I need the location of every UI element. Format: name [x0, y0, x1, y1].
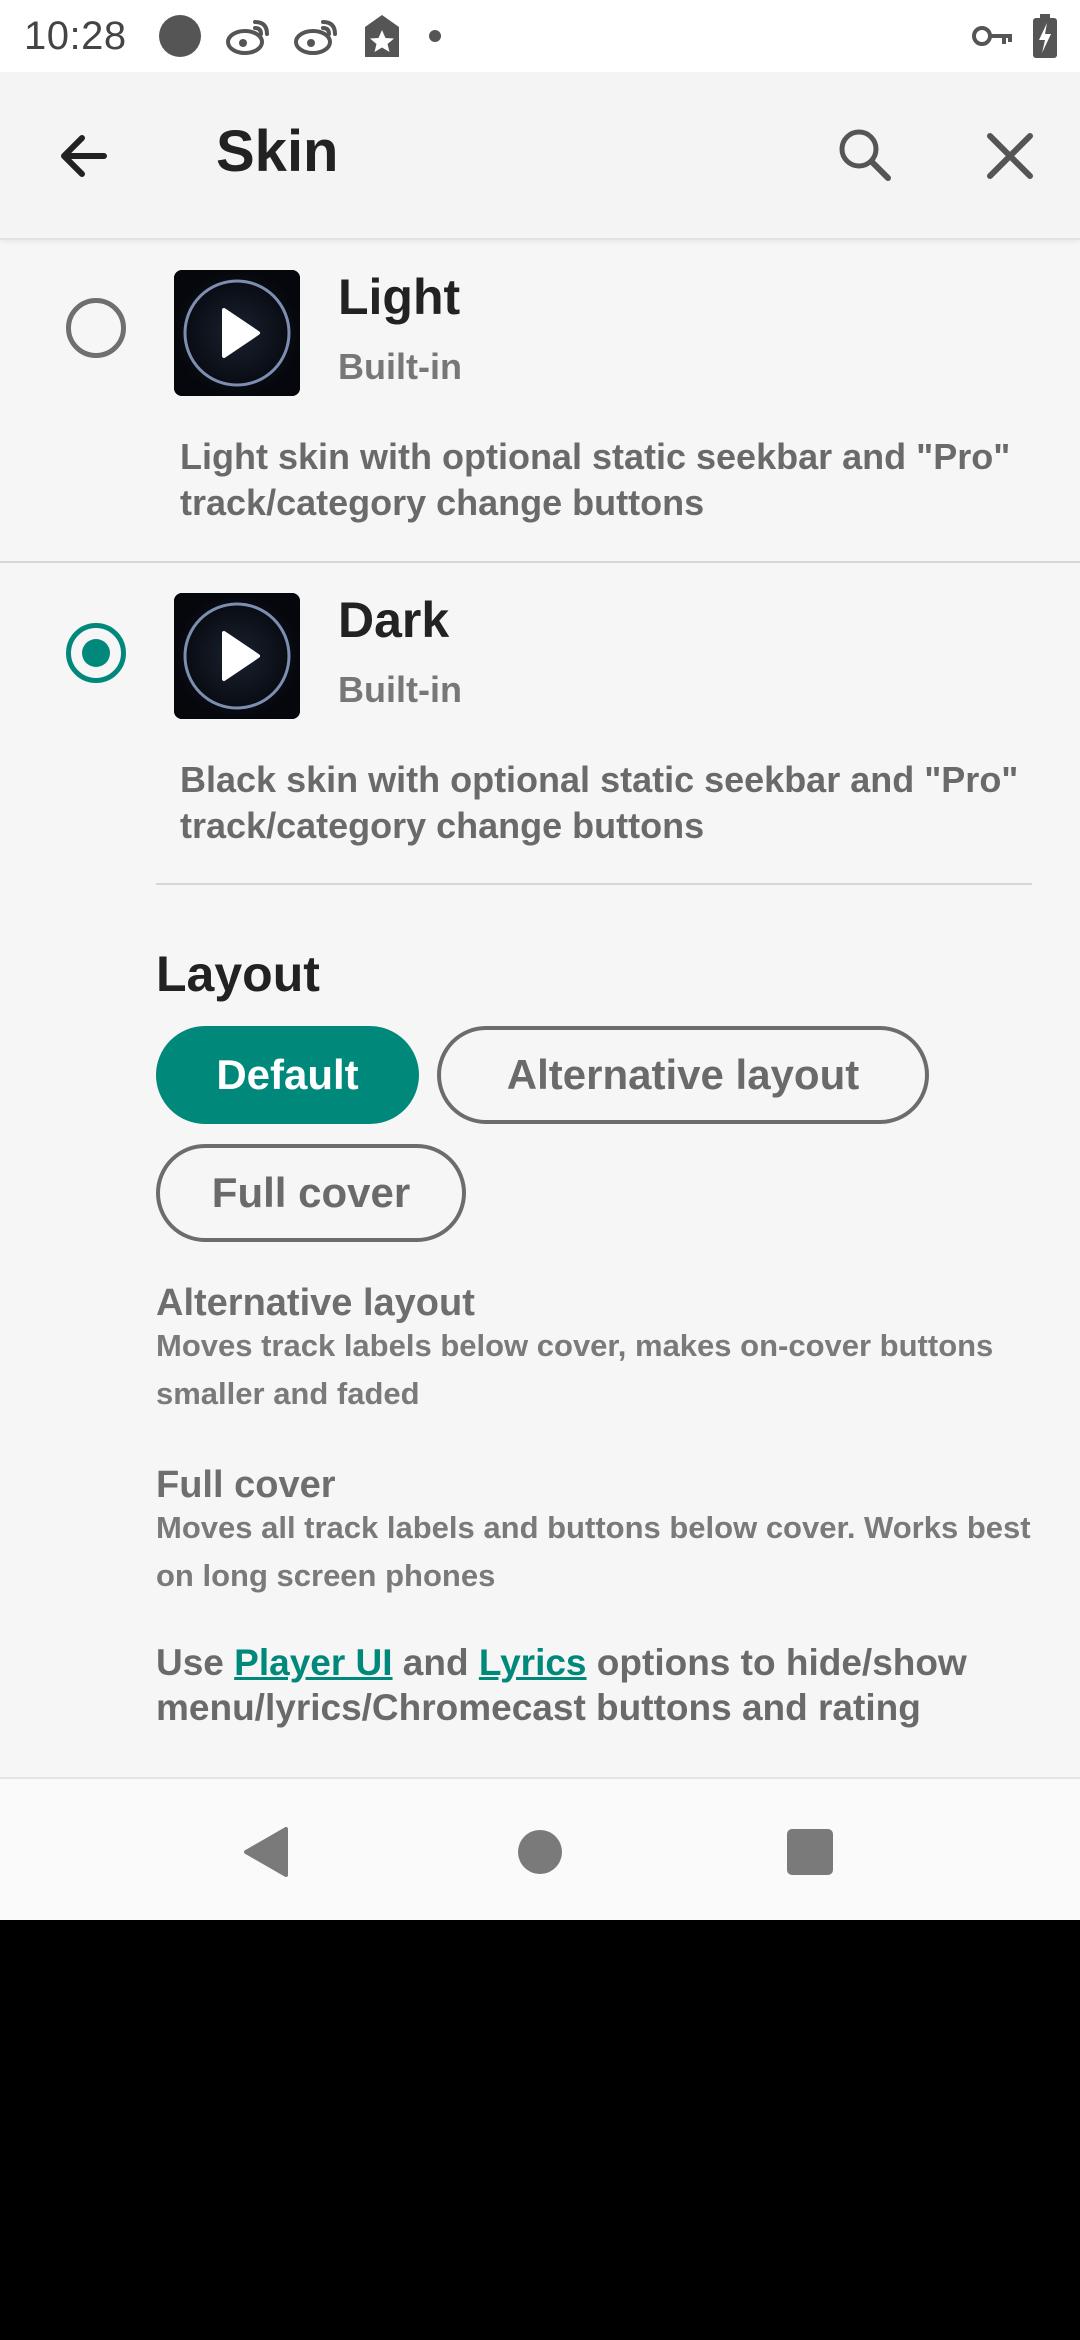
- chip-default[interactable]: Default: [156, 1026, 419, 1124]
- option-title-full-cover: Full cover: [156, 1464, 336, 1506]
- status-bar: 10:28: [0, 0, 1080, 72]
- nav-home-icon[interactable]: [505, 1817, 575, 1887]
- app-bar: Skin: [0, 72, 1080, 240]
- skin-thumbnail-dark: [174, 593, 300, 719]
- player-ui-link[interactable]: Player UI: [234, 1642, 392, 1683]
- skin-subtitle: Built-in: [338, 669, 462, 710]
- option-desc-alternative-layout: Moves track labels below cover, makes on…: [156, 1328, 994, 1411]
- nav-bar: [0, 1777, 1080, 1920]
- close-icon[interactable]: [980, 126, 1040, 186]
- circle-icon: [158, 15, 201, 57]
- play-icon: [174, 270, 300, 396]
- skin-option-light[interactable]: Light Built-in Light skin with optional …: [0, 240, 1080, 562]
- arrow-left-icon[interactable]: [54, 126, 114, 186]
- skin-radio-dark[interactable]: [66, 623, 126, 683]
- weibo-icon: [225, 20, 269, 55]
- footer-prefix: Use: [156, 1642, 235, 1683]
- screen: 10:28 Skin Light Built-in Light skin wit…: [0, 0, 1080, 1920]
- skin-description: Light skin with optional static seekbar …: [180, 436, 1011, 523]
- option-desc-full-cover: Moves all track labels and buttons below…: [156, 1510, 1031, 1593]
- weibo-icon: [293, 20, 337, 55]
- battery-charging-icon: [1033, 14, 1057, 58]
- chip-alternative-layout[interactable]: Alternative layout: [437, 1026, 929, 1124]
- skin-description: Black skin with optional static seekbar …: [180, 759, 1019, 846]
- skin-subtitle: Built-in: [338, 346, 462, 387]
- status-icons-right: [972, 0, 1058, 72]
- layout-footer-hint: Use Player UI and Lyrics options to hide…: [156, 1640, 1056, 1730]
- search-icon[interactable]: [834, 124, 894, 184]
- nav-recents-icon[interactable]: [775, 1817, 845, 1887]
- skin-name: Light: [338, 269, 461, 325]
- lyrics-link[interactable]: Lyrics: [479, 1642, 587, 1683]
- nav-back-icon[interactable]: [232, 1817, 302, 1887]
- vpn-key-icon: [972, 26, 1012, 46]
- divider: [156, 883, 1032, 885]
- page-title: Skin: [216, 119, 339, 184]
- skin-name: Dark: [338, 592, 450, 648]
- layout-heading: Layout: [156, 946, 320, 1002]
- skin-option-dark[interactable]: Dark Built-in Black skin with optional s…: [0, 563, 1080, 885]
- dot-icon: [428, 30, 441, 42]
- star-tag-icon: [364, 15, 399, 57]
- skin-thumbnail-light: [174, 270, 300, 396]
- status-time: 10:28: [24, 13, 127, 58]
- play-icon: [174, 593, 300, 719]
- status-icons-left: [157, 13, 445, 59]
- chip-full-cover[interactable]: Full cover: [156, 1144, 466, 1242]
- option-title-alternative-layout: Alternative layout: [156, 1282, 475, 1324]
- footer-middle: and: [392, 1642, 479, 1683]
- skin-radio-light[interactable]: [66, 298, 126, 358]
